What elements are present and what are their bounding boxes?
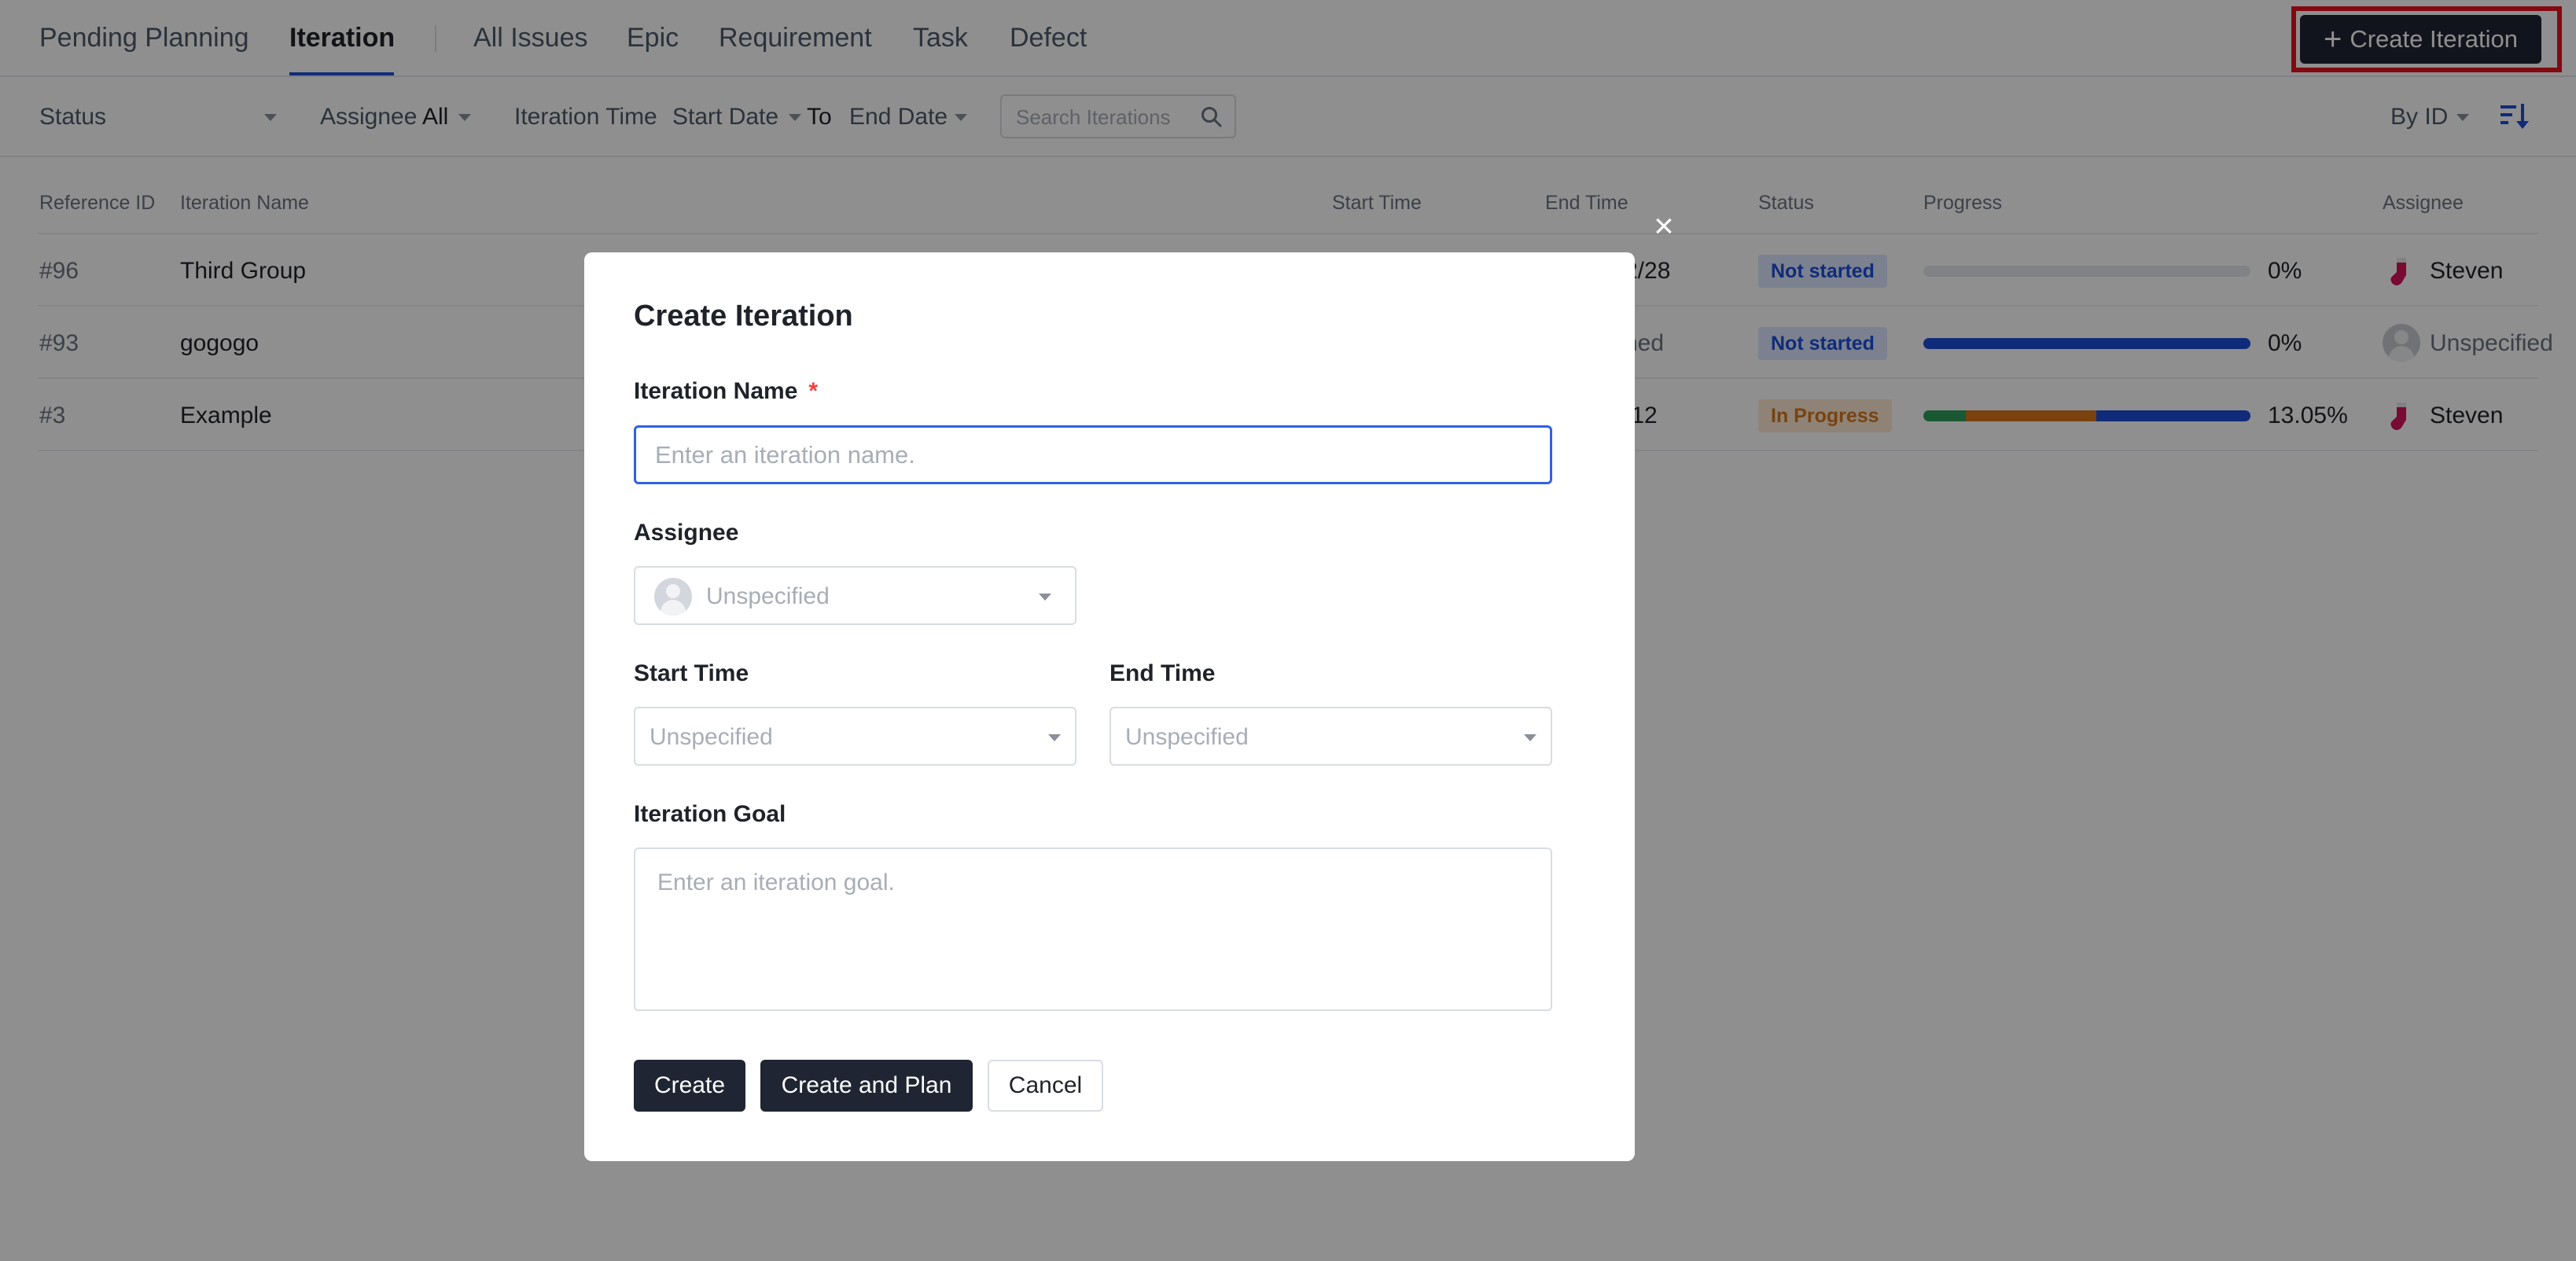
end-time-label: End Time: [1110, 660, 1216, 686]
iteration-name-input[interactable]: [634, 425, 1552, 484]
iteration-name-label-text: Iteration Name: [634, 378, 798, 404]
avatar: [654, 578, 692, 616]
assignee-label: Assignee: [634, 520, 739, 546]
create-and-plan-button[interactable]: Create and Plan: [760, 1060, 973, 1112]
iteration-name-label: Iteration Name *: [634, 378, 818, 405]
chevron-down-icon: [1039, 594, 1051, 601]
chevron-down-icon: [1048, 734, 1061, 741]
assignee-select-value: Unspecified: [706, 583, 830, 609]
cancel-button[interactable]: Cancel: [988, 1060, 1103, 1112]
start-time-label: Start Time: [634, 660, 749, 686]
create-button[interactable]: Create: [634, 1060, 745, 1112]
chevron-down-icon: [1524, 734, 1536, 741]
close-icon[interactable]: ×: [1648, 209, 1680, 244]
assignee-select[interactable]: Unspecified: [634, 566, 1076, 625]
iteration-goal-textarea[interactable]: [634, 847, 1552, 1011]
end-time-select-value: Unspecified: [1125, 724, 1249, 750]
required-marker: *: [808, 378, 819, 404]
start-time-select-value: Unspecified: [650, 724, 773, 750]
dialog-title: Create Iteration: [634, 300, 853, 333]
start-time-select[interactable]: Unspecified: [634, 707, 1076, 766]
create-iteration-dialog: Create Iteration Iteration Name * Assigne…: [584, 252, 1635, 1161]
iteration-goal-label: Iteration Goal: [634, 801, 786, 827]
end-time-select[interactable]: Unspecified: [1110, 707, 1552, 766]
